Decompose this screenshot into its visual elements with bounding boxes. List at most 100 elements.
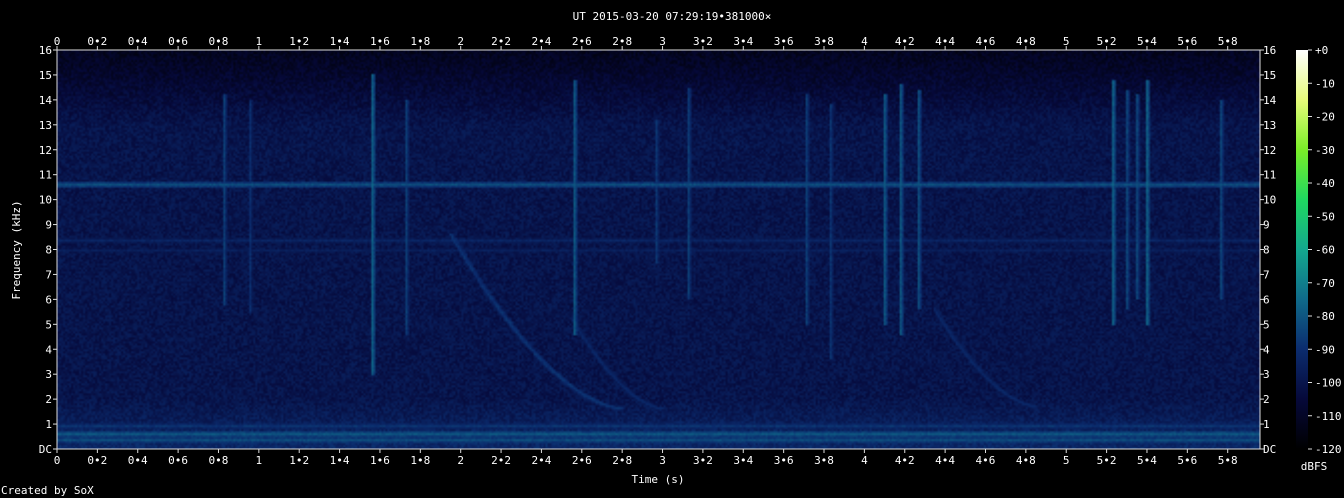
x-tick-label: 5•8 [1218,454,1238,467]
colorbar-tick-label: -110 [1315,410,1342,423]
spectrogram-plot [56,49,1261,450]
y-tick-label: 8 [1263,244,1270,257]
y-tick-label: 7 [1263,268,1270,281]
colorbar-tick-label: -40 [1315,177,1335,190]
x-tick-label: 2•4 [531,35,551,48]
x-tick-label: 0•6 [168,454,188,467]
x-tick-label: 1•6 [370,35,390,48]
chart-title: UT 2015-03-20 07:29:19•381000× [573,10,772,23]
colorbar-tick-label: -20 [1315,111,1335,124]
x-tick-label: 1•6 [370,454,390,467]
x-tick-label: 5•2 [1097,454,1117,467]
y-tick-label: 9 [45,219,52,232]
x-tick-label: 0•4 [128,454,148,467]
x-tick-label: 5 [1063,454,1070,467]
x-tick-label: 5•4 [1137,454,1157,467]
x-tick-label: 1 [256,35,263,48]
y-tick-label: 3 [1263,368,1270,381]
colorbar-tick-label: -90 [1315,343,1335,356]
colorbar: +0 -10 -20 -30 -40 -50 -60 -70 -80 -90 -100 -110 -12… [1296,44,1342,473]
credit-text: Created by SoX [1,484,94,497]
x-tick-label: 0 [54,454,61,467]
y-axis-label: Frequency (kHz) [10,200,23,299]
y-tick-label: 14 [1263,94,1277,107]
x-tick-label: 3•8 [814,454,834,467]
colorbar-tick-label: -100 [1315,377,1342,390]
x-tick-label: 4•8 [1016,454,1036,467]
x-tick-label: 4•6 [976,35,996,48]
x-tick-label: 4•6 [976,454,996,467]
x-tick-label: 2•8 [612,35,632,48]
x-tick-label: 1•2 [289,454,309,467]
y-tick-label: DC [1263,443,1276,456]
x-tick-label: 3•2 [693,454,713,467]
x-tick-label: 4•8 [1016,35,1036,48]
x-tick-label: 4•2 [895,454,915,467]
spectrogram-chart: UT 2015-03-20 07:29:19•381000× 0 0•2 0•4 0•… [1,10,1342,497]
colorbar-gradient [1296,50,1308,449]
y-tick-label: 6 [45,293,52,306]
x-tick-label: 1•8 [410,35,430,48]
x-tick-label: 1•2 [289,35,309,48]
y-tick-label: 4 [1263,343,1270,356]
y-tick-label: 4 [45,343,52,356]
colorbar-tick-label: -50 [1315,210,1335,223]
x-axis-bottom: 0 0•2 0•4 0•6 0•8 1 1•2 1•4 1•6 1•8 2 2•2 2•4 2•6 2•8 3… [54,449,1238,467]
y-tick-label: 10 [39,194,52,207]
y-tick-label: 5 [45,318,52,331]
y-tick-label: 7 [45,268,52,281]
colorbar-tick-label: +0 [1315,44,1328,57]
x-tick-label: 3 [659,35,666,48]
colorbar-label: dBFS [1301,460,1328,473]
x-tick-label: 3•6 [774,35,794,48]
x-axis-top: 0 0•2 0•4 0•6 0•8 1 1•2 1•4 1•6 1•8 2 2•2 2•4 2•6 2•8 3… [54,35,1238,50]
x-tick-label: 0•8 [209,35,229,48]
y-tick-label: 1 [45,418,52,431]
y-tick-label: 11 [39,169,52,182]
x-tick-label: 2 [457,454,464,467]
x-tick-label: 3•4 [733,454,753,467]
x-tick-label: 5•6 [1177,454,1197,467]
y-tick-label: 14 [39,94,53,107]
x-tick-label: 2•6 [572,454,592,467]
y-tick-label: 13 [1263,119,1276,132]
x-tick-label: 1 [256,454,263,467]
y-axis-right: DC12345678910111213141516 [1260,44,1277,456]
x-tick-label: 4 [861,35,868,48]
x-tick-label: 5•6 [1177,35,1197,48]
y-tick-label: 15 [1263,69,1276,82]
x-tick-label: 2 [457,35,464,48]
x-tick-label: 3•8 [814,35,834,48]
x-axis-label: Time (s) [632,473,685,486]
colorbar-tick-label: -60 [1315,244,1335,257]
colorbar-ticks: +0 -10 -20 -30 -40 -50 -60 -70 -80 -90 -100 -110 -12… [1308,44,1342,456]
x-tick-label: 0•2 [87,35,107,48]
x-tick-label: 2•4 [531,454,551,467]
x-tick-label: 0•2 [87,454,107,467]
y-tick-label: 12 [1263,144,1276,157]
y-tick-label: 9 [1263,219,1270,232]
x-tick-label: 1•4 [330,35,350,48]
x-tick-label: 5•8 [1218,35,1238,48]
y-tick-label: 16 [1263,44,1276,57]
y-tick-label: 2 [45,393,52,406]
x-tick-label: 5 [1063,35,1070,48]
x-tick-label: 4•2 [895,35,915,48]
y-tick-label: 5 [1263,318,1270,331]
spectrogram-image [57,50,1260,449]
y-tick-label: 2 [1263,393,1270,406]
colorbar-tick-label: -80 [1315,310,1335,323]
colorbar-tick-label: -30 [1315,144,1335,157]
x-tick-label: 1•8 [410,454,430,467]
x-tick-label: 2•8 [612,454,632,467]
x-tick-label: 2•2 [491,454,511,467]
x-tick-label: 3•6 [774,454,794,467]
x-tick-label: 5•2 [1097,35,1117,48]
y-tick-label: 15 [39,69,52,82]
y-tick-label: 13 [39,119,52,132]
y-tick-label: 6 [1263,293,1270,306]
x-tick-label: 3•2 [693,35,713,48]
x-tick-label: 5•4 [1137,35,1157,48]
y-tick-label: 8 [45,244,52,257]
y-tick-label: 3 [45,368,52,381]
